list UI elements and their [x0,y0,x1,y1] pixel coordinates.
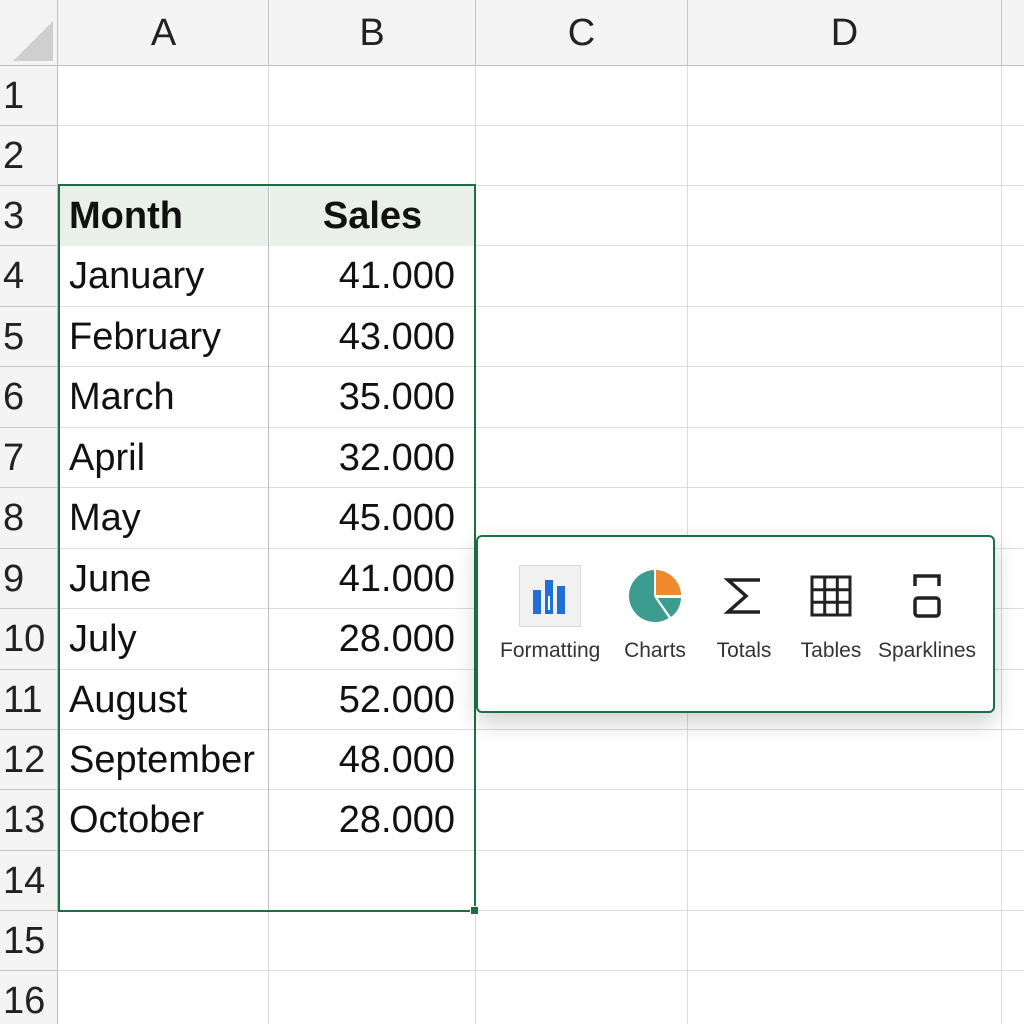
quick-analysis-tables-label: Tables [800,639,862,662]
quick-analysis-formatting-label: Formatting [500,639,601,662]
row-header-2[interactable]: 2 [0,126,58,186]
row-header-11[interactable]: 11 [0,670,58,730]
sigma-icon [713,565,775,627]
selection-range [58,184,476,912]
grid-line [687,0,688,1024]
column-header-d[interactable]: D [688,0,1001,66]
table-grid-icon [800,565,862,627]
row-header-13[interactable]: 13 [0,790,58,850]
row-header-6[interactable]: 6 [0,367,58,427]
row-header-4[interactable]: 4 [0,246,58,306]
fill-handle[interactable] [470,906,479,915]
grid-line [1001,0,1002,1024]
row-header-16[interactable]: 16 [0,971,58,1031]
row-header-10[interactable]: 10 [0,609,58,669]
column-separator[interactable] [1001,0,1002,66]
spreadsheet: A B C D 1 2 3 4 5 6 7 8 9 10 11 12 13 14… [0,0,1024,1024]
quick-analysis-formatting[interactable]: Formatting [500,565,600,663]
row-header-5[interactable]: 5 [0,307,58,367]
row-header-8[interactable]: 8 [0,488,58,548]
row-header-7[interactable]: 7 [0,428,58,488]
row-header-9[interactable]: 9 [0,549,58,609]
column-header-c[interactable]: C [476,0,687,66]
quick-analysis-sparklines-label: Sparklines [878,639,977,662]
row-header-1[interactable]: 1 [0,66,58,126]
sparkline-icon [896,565,958,627]
quick-analysis-charts-label: Charts [624,639,686,662]
row-header-14[interactable]: 14 [0,851,58,911]
grid-line [0,970,1024,971]
select-all-triangle-icon [13,21,53,61]
row-header-15[interactable]: 15 [0,911,58,971]
quick-analysis-popup: Formatting Charts Totals Tables Sparklin… [476,535,995,713]
bar-formatting-icon [519,565,582,627]
quick-analysis-tables[interactable]: Tables [800,565,862,663]
grid-line [0,125,1024,126]
quick-analysis-totals[interactable]: Totals [713,565,775,663]
column-header-b[interactable]: B [269,0,475,66]
quick-analysis-charts[interactable]: Charts [624,565,686,663]
row-header-3[interactable]: 3 [0,186,58,246]
row-header-12[interactable]: 12 [0,730,58,790]
quick-analysis-sparklines[interactable]: Sparklines [878,565,976,663]
quick-analysis-totals-label: Totals [716,639,772,662]
select-all-button[interactable] [0,0,58,66]
column-header-a[interactable]: A [59,0,268,66]
pie-chart-icon [624,565,686,627]
